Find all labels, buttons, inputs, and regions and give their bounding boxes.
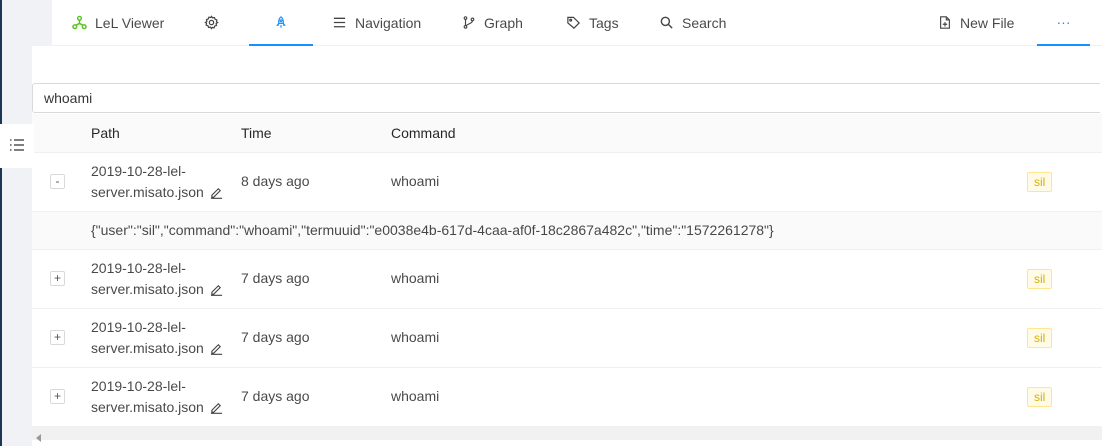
tag-icon xyxy=(566,15,581,30)
table-row[interactable]: + 2019-10-28-lel- server.misato.json 7 d… xyxy=(32,250,1102,309)
nav-tags[interactable]: Tags xyxy=(566,0,619,45)
nav-search[interactable]: Search xyxy=(659,0,726,45)
branch-icon xyxy=(462,15,476,30)
nav-tags-label: Tags xyxy=(589,14,619,31)
path-cell: 2019-10-28-lel- server.misato.json xyxy=(91,161,231,205)
sidebar-toggle[interactable] xyxy=(0,124,34,168)
path-line-2: server.misato.json xyxy=(91,184,204,200)
path-cell: 2019-10-28-lel- server.misato.json xyxy=(91,258,231,302)
nav-new-file-label: New File xyxy=(960,14,1015,31)
scroll-left-icon[interactable] xyxy=(36,429,42,445)
command-cell: whoami xyxy=(391,329,440,345)
horizontal-scrollbar[interactable] xyxy=(32,426,1102,442)
path-line-1: 2019-10-28-lel- xyxy=(91,260,186,276)
path-line-1: 2019-10-28-lel- xyxy=(91,163,186,179)
search-icon xyxy=(659,15,674,30)
column-header-command[interactable]: Command xyxy=(391,125,456,141)
nav-graph[interactable]: Graph xyxy=(462,0,523,45)
gear-icon xyxy=(204,15,219,30)
time-cell: 7 days ago xyxy=(241,270,310,286)
time-cell: 8 days ago xyxy=(241,173,310,189)
user-tag[interactable]: sil xyxy=(1027,387,1053,407)
results-table: Path Time Command - 2019-10-28-lel- serv… xyxy=(32,114,1102,446)
collapse-row-button[interactable]: - xyxy=(50,174,65,189)
list-icon xyxy=(9,138,25,155)
expanded-row-detail: {"user":"sil","command":"whoami","termuu… xyxy=(32,212,1102,250)
user-tag[interactable]: sil xyxy=(1027,328,1053,348)
file-add-icon xyxy=(938,15,952,30)
edit-icon[interactable] xyxy=(210,281,223,302)
nav-settings[interactable] xyxy=(204,0,219,45)
user-tag[interactable]: sil xyxy=(1027,172,1053,192)
nav-navigation[interactable]: Navigation xyxy=(332,0,421,45)
network-icon xyxy=(72,15,87,30)
more-icon: ··· xyxy=(1056,14,1071,30)
top-navigation: LeL Viewer Navigation Graph Tags Search xyxy=(52,0,1102,46)
table-row[interactable]: + 2019-10-28-lel- server.misato.json 7 d… xyxy=(32,368,1102,427)
search-input[interactable] xyxy=(32,83,1100,113)
path-line-1: 2019-10-28-lel- xyxy=(91,378,186,394)
path-line-1: 2019-10-28-lel- xyxy=(91,319,186,335)
json-detail-text: {"user":"sil","command":"whoami","termuu… xyxy=(91,222,774,238)
time-cell: 7 days ago xyxy=(241,329,310,345)
nav-rocket[interactable] xyxy=(249,0,313,46)
nav-more[interactable]: ··· xyxy=(1037,0,1090,46)
table-header: Path Time Command xyxy=(32,114,1102,153)
column-header-path[interactable]: Path xyxy=(91,125,120,141)
time-cell: 7 days ago xyxy=(241,388,310,404)
command-cell: whoami xyxy=(391,388,440,404)
table-row[interactable]: - 2019-10-28-lel- server.misato.json 8 d… xyxy=(32,153,1102,212)
path-line-2: server.misato.json xyxy=(91,340,204,356)
edit-icon[interactable] xyxy=(210,340,223,361)
user-tag[interactable]: sil xyxy=(1027,269,1053,289)
nav-navigation-label: Navigation xyxy=(355,14,422,31)
command-cell: whoami xyxy=(391,173,440,189)
edit-icon[interactable] xyxy=(210,184,223,205)
command-cell: whoami xyxy=(391,270,440,286)
path-cell: 2019-10-28-lel- server.misato.json xyxy=(91,376,231,420)
column-header-time[interactable]: Time xyxy=(241,125,272,141)
path-line-2: server.misato.json xyxy=(91,399,204,415)
table-row[interactable]: + 2019-10-28-lel- server.misato.json 7 d… xyxy=(32,309,1102,368)
menu-icon xyxy=(332,15,347,30)
path-cell: 2019-10-28-lel- server.misato.json xyxy=(91,317,231,361)
rocket-icon xyxy=(274,15,288,30)
expand-row-button[interactable]: + xyxy=(50,271,65,286)
nav-lel-viewer-label: LeL Viewer xyxy=(95,14,165,31)
nav-lel-viewer[interactable]: LeL Viewer xyxy=(72,0,164,45)
edit-icon[interactable] xyxy=(210,399,223,420)
nav-search-label: Search xyxy=(682,14,727,31)
expand-row-button[interactable]: + xyxy=(50,389,65,404)
expand-row-button[interactable]: + xyxy=(50,330,65,345)
nav-new-file[interactable]: New File xyxy=(938,0,1014,45)
nav-graph-label: Graph xyxy=(484,14,523,31)
left-edge-bar xyxy=(0,0,2,446)
path-line-2: server.misato.json xyxy=(91,281,204,297)
